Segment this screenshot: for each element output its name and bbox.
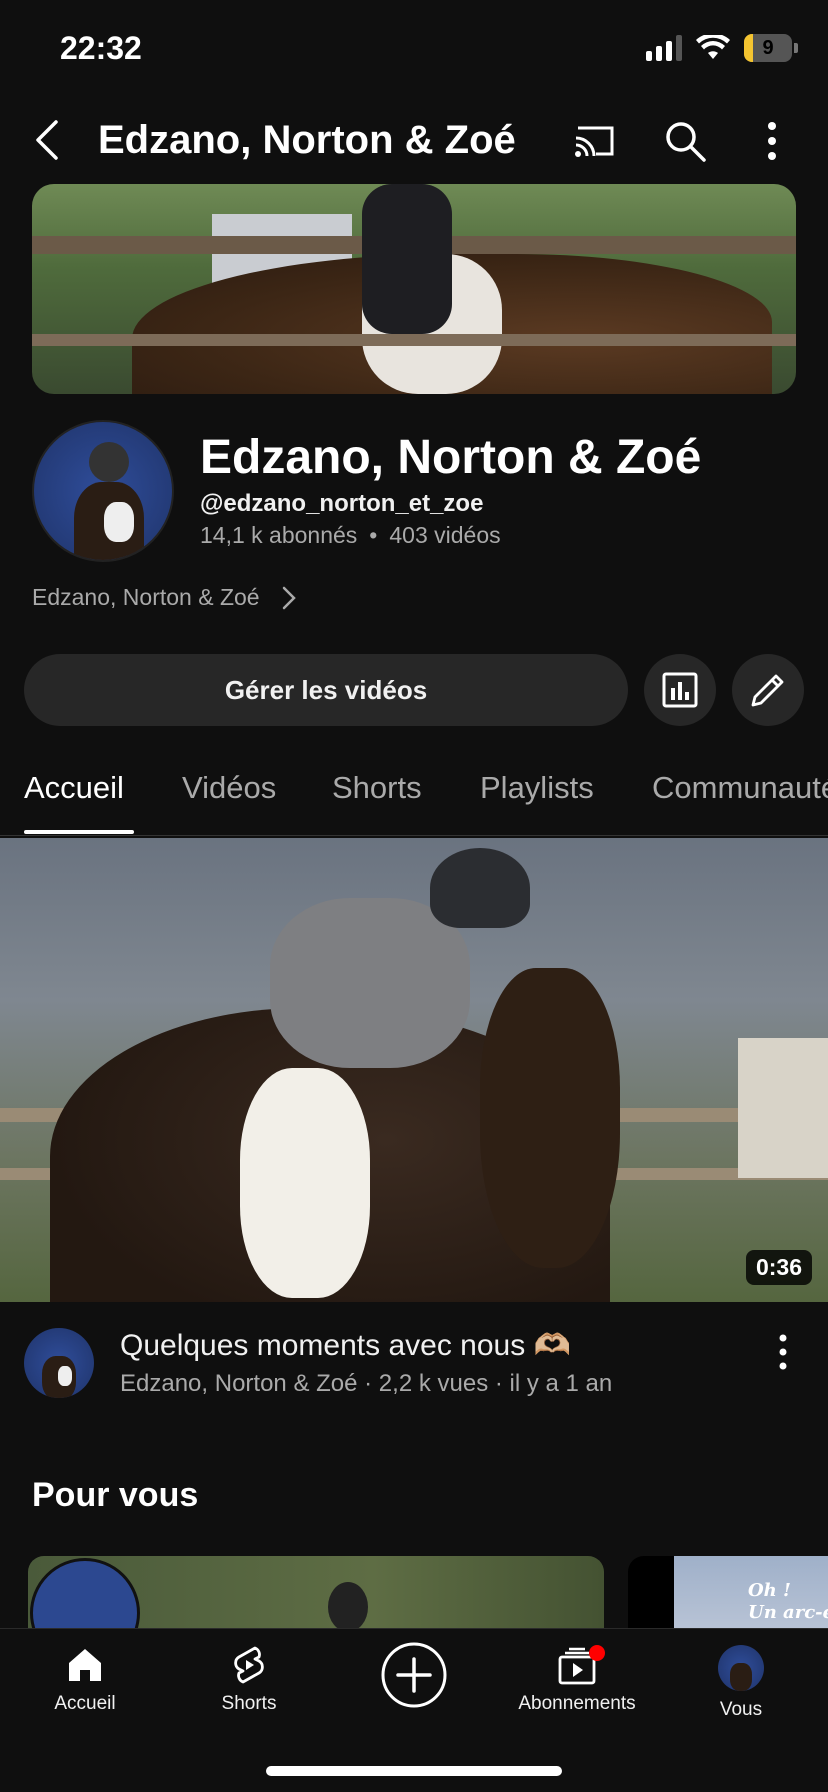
search-icon[interactable] (662, 118, 708, 164)
cellular-signal-icon (646, 35, 682, 61)
nav-shorts[interactable]: Shorts (174, 1645, 324, 1715)
video-meta: Edzano, Norton & Zoé · 2,2 k vues · il y… (120, 1370, 613, 1397)
for-you-title: Pour vous (32, 1476, 199, 1514)
featured-video-thumbnail[interactable]: 0:36 (0, 838, 828, 1302)
nav-label: Shorts (221, 1693, 277, 1714)
channel-name: Edzano, Norton & Zoé (200, 431, 702, 484)
nav-accueil[interactable]: Accueil (10, 1645, 160, 1715)
wifi-icon (696, 35, 730, 59)
home-icon (69, 1649, 101, 1681)
more-vert-icon[interactable] (752, 118, 792, 164)
for-you-card-text: Oh ! Un arc-en-ciel (748, 1580, 828, 1624)
manage-videos-button[interactable]: Gérer les vidéos (24, 654, 628, 726)
chevron-right-icon (282, 586, 296, 609)
status-indicators: 9 (646, 34, 798, 62)
avatar (718, 1645, 764, 1691)
subscriber-count: 14,1 k abonnés (200, 522, 358, 548)
active-tab-indicator (24, 830, 134, 834)
video-title[interactable]: Quelques moments avec nous 🫶🏼 (120, 1328, 571, 1363)
video-more-icon[interactable] (768, 1328, 798, 1378)
tab-videos[interactable]: Vidéos (182, 770, 276, 806)
edit-channel-button[interactable] (732, 654, 804, 726)
video-duration-badge: 0:36 (745, 1250, 812, 1285)
channel-description-link[interactable]: Edzano, Norton & Zoé (32, 584, 298, 611)
analytics-icon (662, 672, 698, 708)
channel-handle: @edzano_norton_et_zoe (200, 490, 484, 517)
add-icon[interactable] (380, 1641, 448, 1709)
battery-icon: 9 (744, 34, 792, 62)
status-time: 22:32 (60, 30, 142, 66)
back-icon[interactable] (28, 118, 72, 162)
tab-communaute[interactable]: Communauté (652, 770, 828, 806)
notification-dot (589, 1645, 605, 1661)
battery-tip (794, 43, 798, 53)
analytics-button[interactable] (644, 654, 716, 726)
home-indicator (266, 1766, 562, 1776)
for-you-card[interactable]: Oh ! Un arc-en-ciel (628, 1556, 828, 1632)
battery-level: 9 (762, 36, 774, 59)
nav-label: Abonnements (518, 1693, 636, 1714)
nav-label: Accueil (54, 1693, 116, 1714)
cast-icon[interactable] (572, 118, 618, 164)
tab-accueil[interactable]: Accueil (24, 770, 124, 806)
edit-icon (751, 674, 784, 707)
channel-avatar[interactable] (32, 420, 174, 562)
tab-shorts[interactable]: Shorts (332, 770, 422, 806)
page-title: Edzano, Norton & Zoé (98, 118, 516, 162)
status-bar: 22:32 9 (0, 0, 828, 100)
stats-separator: • (369, 522, 378, 548)
subscriptions-icon-wrap (557, 1645, 605, 1685)
shorts-icon (234, 1646, 264, 1684)
nav-vous[interactable]: Vous (666, 1645, 816, 1721)
channel-banner (32, 184, 796, 394)
nav-label: Vous (719, 1699, 763, 1720)
video-count: 403 vidéos (389, 522, 501, 548)
nav-abonnements[interactable]: Abonnements (502, 1645, 652, 1715)
channel-link-text: Edzano, Norton & Zoé (32, 584, 260, 610)
top-app-bar: Edzano, Norton & Zoé (0, 104, 828, 178)
featured-video-info: Quelques moments avec nous 🫶🏼 Edzano, No… (0, 1316, 828, 1416)
tab-playlists[interactable]: Playlists (480, 770, 594, 806)
for-you-card-text-line2: Un arc-en-ciel (748, 1602, 828, 1623)
for-you-card[interactable] (28, 1556, 604, 1632)
channel-tabs: Accueil Vidéos Shorts Playlists Communau… (0, 756, 828, 836)
for-you-card-text-line1: Oh ! (748, 1580, 791, 1601)
channel-stats: 14,1 k abonnés • 403 vidéos (200, 522, 501, 549)
video-channel-avatar[interactable] (24, 1328, 94, 1398)
